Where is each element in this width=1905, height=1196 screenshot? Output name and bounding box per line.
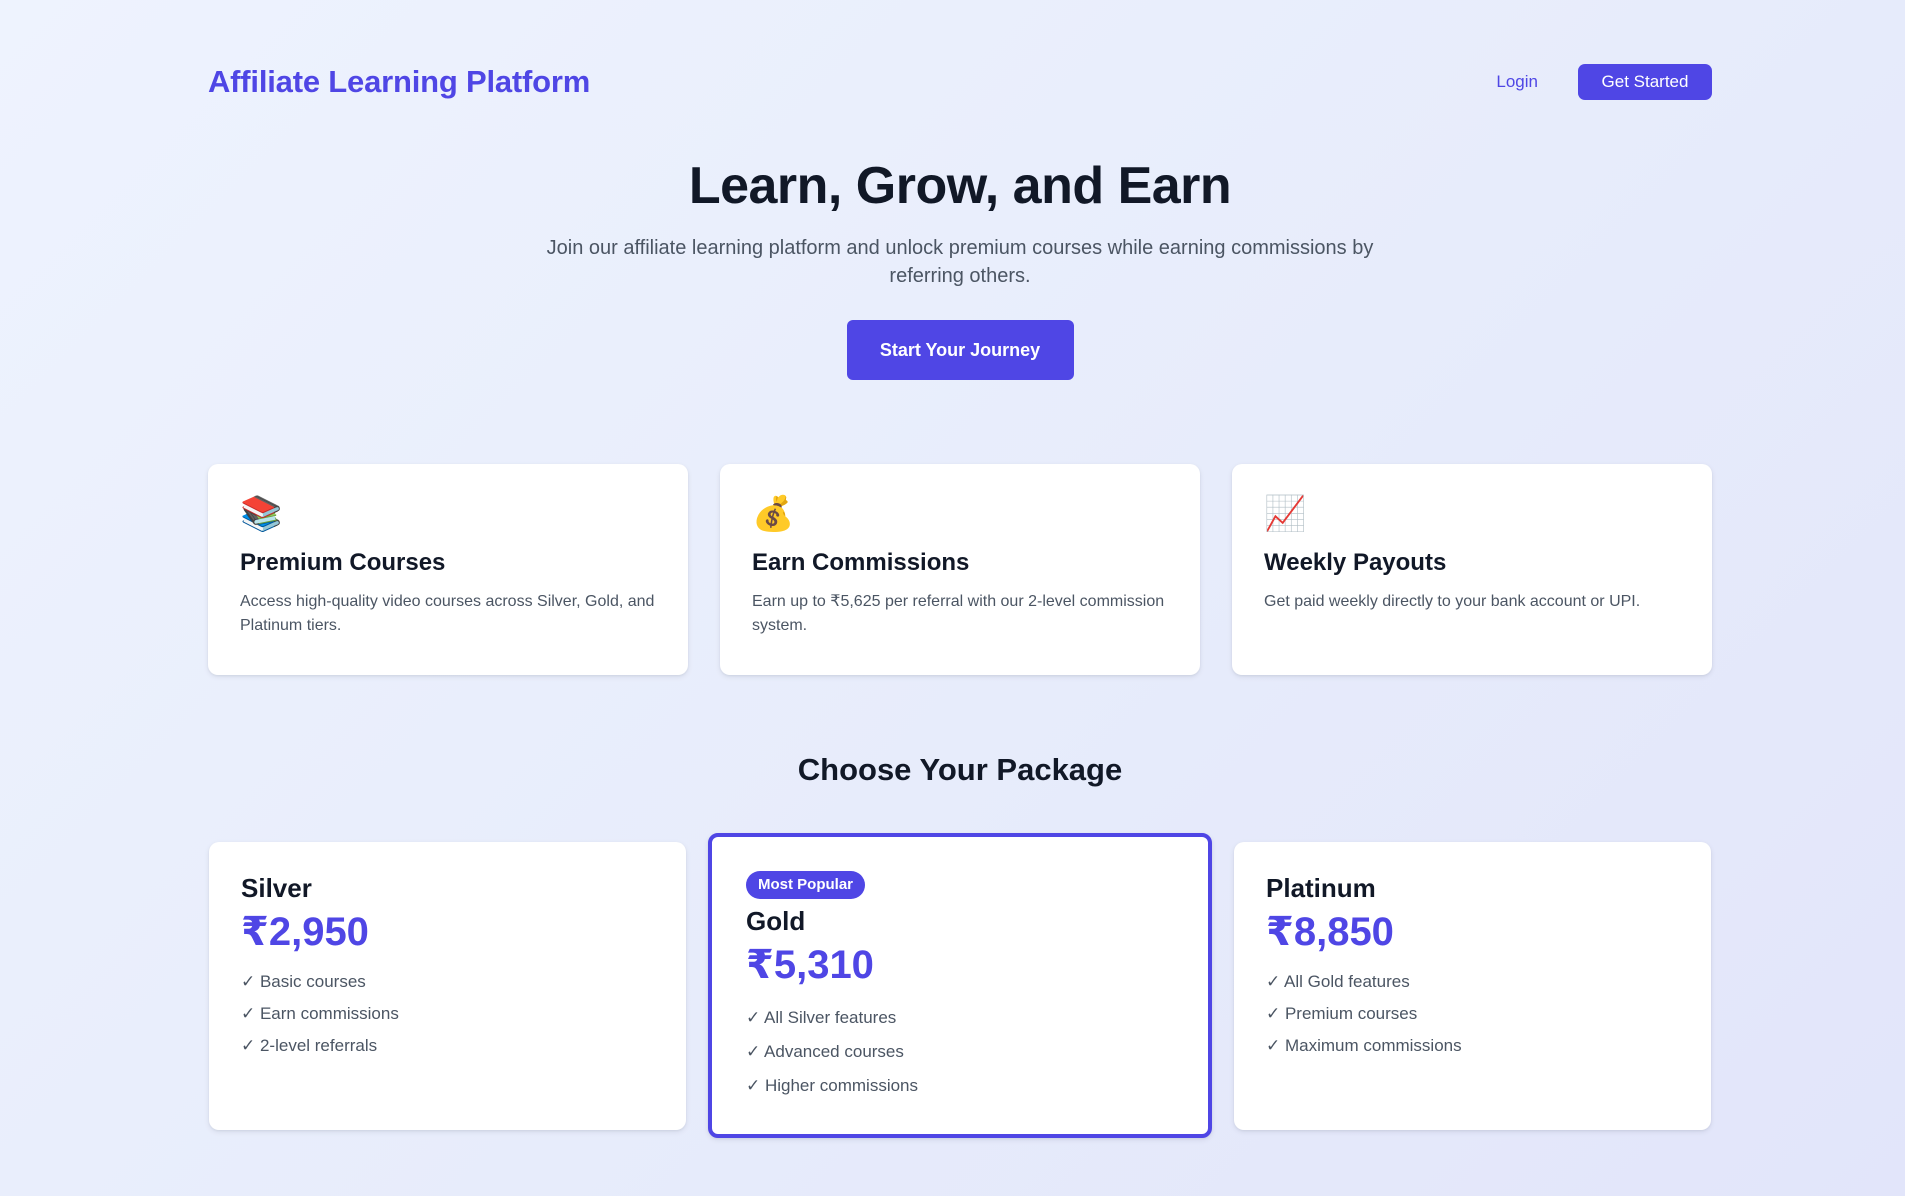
package-feature-list: ✓ All Gold features ✓ Premium courses ✓ … (1266, 966, 1679, 1062)
brand-logo-text[interactable]: Affiliate Learning Platform (208, 64, 590, 100)
header-nav: Login Get Started (1496, 64, 1712, 100)
feature-description: Access high-quality video courses across… (240, 593, 655, 634)
feature-card-premium-courses: 📚 Premium Courses Access high-quality vi… (208, 464, 688, 675)
hero-section: Learn, Grow, and Earn Join our affiliate… (208, 152, 1712, 380)
packages-section-title: Choose Your Package (797, 752, 1123, 787)
package-feature: ✓ All Gold features (1266, 972, 1410, 991)
features-section: 📚 Premium Courses Access high-quality vi… (208, 464, 1712, 675)
package-name: Silver (241, 873, 312, 903)
package-feature: ✓ All Silver features (746, 1008, 897, 1027)
package-feature: ✓ Higher commissions (746, 1076, 919, 1095)
page-container: Affiliate Learning Platform Login Get St… (208, 0, 1712, 1196)
package-name: Platinum (1266, 873, 1376, 903)
package-feature-list: ✓ All Silver features ✓ Advanced courses… (746, 1001, 1174, 1103)
login-link[interactable]: Login (1496, 72, 1538, 92)
chart-increasing-icon: 📈 (1264, 495, 1307, 533)
package-price: ₹5,310 (746, 943, 874, 987)
package-feature: ✓ Basic courses (241, 972, 366, 991)
package-feature: ✓ Maximum commissions (1266, 1036, 1462, 1055)
start-journey-button[interactable]: Start Your Journey (846, 320, 1074, 380)
books-icon: 📚 (240, 495, 283, 533)
hero-title: Learn, Grow, and Earn (688, 157, 1232, 215)
package-feature: ✓ Premium courses (1266, 1004, 1418, 1023)
feature-title: Weekly Payouts (1264, 549, 1447, 576)
package-feature: ✓ Earn commissions (241, 1004, 399, 1023)
package-card-platinum[interactable]: Platinum ₹8,850 ✓ All Gold features ✓ Pr… (1234, 842, 1711, 1130)
feature-title: Premium Courses (240, 549, 446, 576)
feature-card-weekly-payouts: 📈 Weekly Payouts Get paid weekly directl… (1232, 464, 1712, 675)
package-card-gold[interactable]: Most Popular Gold ₹5,310 ✓ All Silver fe… (708, 833, 1212, 1138)
package-card-silver[interactable]: Silver ₹2,950 ✓ Basic courses ✓ Earn com… (209, 842, 686, 1130)
package-feature-list: ✓ Basic courses ✓ Earn commissions ✓ 2-l… (241, 966, 654, 1062)
package-feature: ✓ Advanced courses (746, 1042, 904, 1061)
money-bag-icon: 💰 (752, 495, 795, 533)
feature-description: Get paid weekly directly to your bank ac… (1264, 593, 1641, 610)
most-popular-badge: Most Popular (746, 871, 866, 899)
package-feature: ✓ 2-level referrals (241, 1036, 378, 1055)
hero-subtitle: Join our affiliate learning platform and… (546, 237, 1374, 287)
feature-description: Earn up to ₹5,625 per referral with our … (752, 593, 1165, 634)
package-price: ₹8,850 (1266, 910, 1394, 954)
site-header: Affiliate Learning Platform Login Get St… (208, 60, 1712, 104)
package-price: ₹2,950 (241, 910, 369, 954)
feature-card-earn-commissions: 💰 Earn Commissions Earn up to ₹5,625 per… (720, 464, 1200, 675)
feature-title: Earn Commissions (752, 549, 970, 576)
get-started-button[interactable]: Get Started (1578, 64, 1712, 100)
package-name: Gold (746, 906, 806, 936)
